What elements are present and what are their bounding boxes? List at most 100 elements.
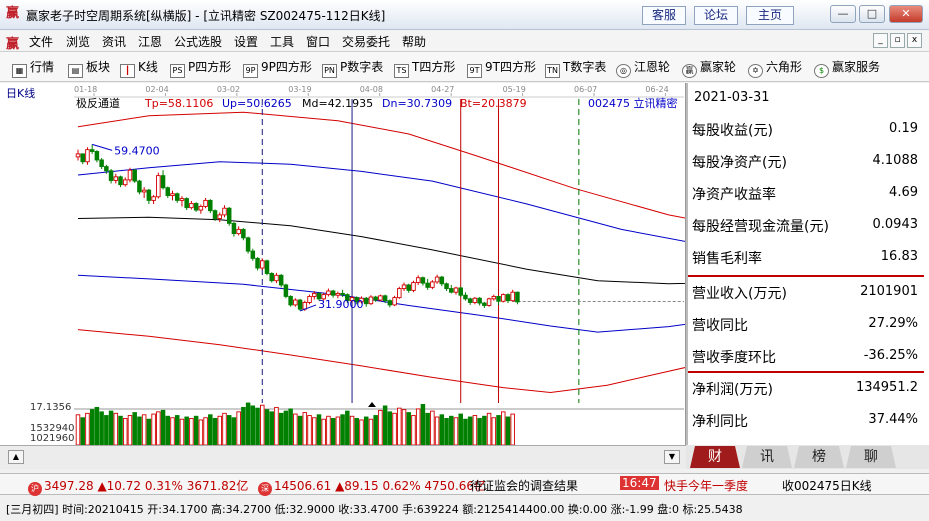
candle-body <box>449 288 454 293</box>
menu-window[interactable]: 窗口 <box>306 33 330 50</box>
kline-chart-panel[interactable]: 01-18 02-04 03-02 03-19 04-08 04-27 05-19 06-07… <box>0 83 686 445</box>
menu-browse[interactable]: 浏览 <box>66 33 90 50</box>
tab-news[interactable]: 讯 <box>742 446 792 468</box>
volume-bar <box>231 417 237 445</box>
candle-body <box>208 199 213 212</box>
candle-body <box>330 290 336 296</box>
volume-bar <box>89 409 95 445</box>
tool-kline[interactable]: ┃ K线 <box>120 59 158 78</box>
mdi-close-button[interactable]: x <box>907 33 922 48</box>
tab-chat[interactable]: 聊 <box>846 446 896 468</box>
collect-stock-link[interactable]: 收002475日K线 <box>782 477 872 494</box>
menu-file[interactable]: 文件 <box>29 33 53 50</box>
band-tp-line <box>77 111 685 219</box>
info-row-roe: 净资产收益率 4.69 <box>692 185 918 203</box>
sz-badge-icon: 深 <box>258 482 272 496</box>
candle-body <box>203 199 208 207</box>
candle-body <box>307 295 312 303</box>
menu-trade[interactable]: 交易委托 <box>342 33 390 50</box>
volume-bar <box>137 416 142 445</box>
volume-bar <box>288 408 293 445</box>
volume-bar <box>463 418 468 445</box>
volume-bar <box>482 415 487 445</box>
tool-9t-square[interactable]: 9T 9T四方形 <box>467 59 536 78</box>
menu-info[interactable]: 资讯 <box>102 33 126 50</box>
tool-gann-wheel[interactable]: ◎ 江恩轮 <box>616 59 670 78</box>
p-square-icon: PS <box>170 64 185 78</box>
candle-body <box>510 291 515 302</box>
tab-ranking[interactable]: 榜 <box>794 446 844 468</box>
band-up-line <box>77 161 685 242</box>
tool-p-square[interactable]: PS P四方形 <box>170 59 231 78</box>
candle-body <box>505 294 511 302</box>
volume-bar <box>146 418 152 445</box>
volume-bar <box>316 414 322 445</box>
minimize-button[interactable]: — <box>830 5 856 23</box>
tool-quote[interactable]: ▦ 行情 <box>12 59 54 78</box>
menu-settings[interactable]: 设置 <box>234 33 258 50</box>
mdi-minimize-button[interactable]: _ <box>873 33 888 48</box>
candle-body <box>236 228 241 235</box>
volume-bar <box>321 418 326 445</box>
tool-sector[interactable]: ▤ 板块 <box>68 59 110 78</box>
homepage-button[interactable]: 主页 <box>746 6 794 25</box>
candle-body <box>160 175 166 189</box>
volume-bar <box>382 405 388 445</box>
menu-formula[interactable]: 公式选股 <box>174 33 222 50</box>
volume-bar <box>397 407 402 445</box>
candle-body <box>94 151 100 161</box>
indicator-name: 极反通道 <box>76 96 120 110</box>
volume-bar <box>151 413 156 445</box>
volume-bar <box>156 411 161 445</box>
ticker-shenzhen[interactable]: 深 14506.61 ▲89.15 0.62% 4750.66亿 <box>258 477 486 496</box>
candle-body <box>283 284 289 297</box>
candle-body <box>387 300 393 306</box>
menu-gann[interactable]: 江恩 <box>138 33 162 50</box>
volume-bar <box>349 415 355 445</box>
forum-button[interactable]: 论坛 <box>694 6 738 25</box>
band-dn-line <box>77 274 685 333</box>
candle-body <box>340 292 345 296</box>
menu-help[interactable]: 帮助 <box>402 33 426 50</box>
tool-winner-wheel[interactable]: 赢赢家轮 <box>682 59 736 78</box>
volume-bar <box>458 413 463 445</box>
report-date: 2021-03-31 <box>694 90 770 105</box>
date-tick-label: 03-19 <box>288 85 311 94</box>
support-button[interactable]: 客服 <box>642 6 686 25</box>
menu-tools[interactable]: 工具 <box>270 33 294 50</box>
maximize-button[interactable]: □ <box>859 5 885 23</box>
period-label: 日K线 <box>6 86 35 100</box>
mdi-restore-button[interactable]: ▫ <box>890 33 905 48</box>
candle-body <box>122 179 128 186</box>
param-md: Md=42.1935 <box>302 97 373 110</box>
kline-icon: ┃ <box>120 64 135 78</box>
info-row-profit-yoy: 净利同比 37.44% <box>692 412 918 430</box>
tool-t-number[interactable]: TN T数字表 <box>545 59 606 78</box>
kline-chart[interactable]: 01-18 02-04 03-02 03-19 04-08 04-27 05-19 06-07… <box>0 83 686 445</box>
close-button[interactable]: ✕ <box>889 5 923 23</box>
volume-bar <box>264 409 270 445</box>
high-marker-line <box>92 143 113 151</box>
market-ticker: 沪 3497.28 ▲10.72 0.31% 3671.82亿 深 14506.61… <box>0 473 929 496</box>
tool-t-square[interactable]: TS T四方形 <box>394 59 455 78</box>
volume-bar <box>297 415 303 445</box>
candle-body <box>212 210 218 219</box>
tool-9p-square[interactable]: 9P 9P四方形 <box>243 59 312 78</box>
info-row-revenue-yoy: 营收同比 27.29% <box>692 316 918 334</box>
tool-hexagon[interactable]: ✡ 六角形 <box>748 59 802 78</box>
volume-bar <box>477 418 482 445</box>
candle-body <box>463 294 468 300</box>
ticker-news[interactable]: 待证监会的调查结果 <box>470 477 578 494</box>
scroll-up-icon[interactable]: ▲ <box>8 450 24 464</box>
chart-scrollbar[interactable]: ▲ ▼ <box>0 445 686 469</box>
info-row-gross-margin: 销售毛利率 16.83 <box>692 249 918 267</box>
tab-finance[interactable]: 财 <box>690 446 740 468</box>
candle-body <box>312 292 317 297</box>
ticker-news-2[interactable]: 快手今年一季度 <box>664 477 748 494</box>
scroll-down-icon[interactable]: ▼ <box>664 450 680 464</box>
candle-body <box>501 294 506 302</box>
tool-p-number[interactable]: PN P数字表 <box>322 59 383 78</box>
ticker-shanghai[interactable]: 沪 3497.28 ▲10.72 0.31% 3671.82亿 <box>28 477 248 496</box>
9t-square-icon: 9T <box>467 64 482 78</box>
tool-service[interactable]: $ 赢家服务 <box>814 59 880 78</box>
